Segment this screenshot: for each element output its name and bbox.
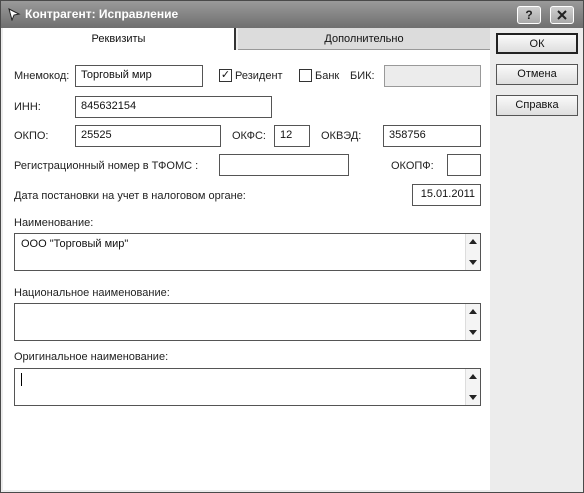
scroll-up-icon[interactable] (469, 239, 477, 244)
scroll-down-icon[interactable] (469, 395, 477, 400)
title-bar: Контрагент: Исправление ? (1, 1, 583, 28)
help-title-button[interactable]: ? (517, 6, 541, 24)
okved-input[interactable]: 358756 (383, 125, 481, 147)
app-icon (8, 8, 21, 21)
original-name-scrollbar[interactable] (465, 369, 480, 405)
national-name-label: Национальное наименование: (14, 287, 170, 299)
okpo-label: ОКПО: (14, 130, 49, 142)
okfs-input[interactable]: 12 (274, 125, 310, 147)
dialog-window: Контрагент: Исправление ? Реквизиты Допо… (0, 0, 584, 493)
tab-additional[interactable]: Дополнительно (238, 28, 490, 50)
close-icon (557, 10, 567, 20)
name-textarea[interactable]: ООО "Торговый мир" (14, 233, 481, 271)
okved-label: ОКВЭД: (321, 130, 362, 142)
okpo-input[interactable]: 25525 (75, 125, 221, 147)
inn-label: ИНН: (14, 101, 41, 113)
mnemocode-input[interactable]: Торговый мир (75, 65, 203, 87)
national-name-textarea[interactable] (14, 303, 481, 341)
requisites-panel: Мнемокод: Торговый мир ✓ Резидент Банк Б… (3, 50, 490, 490)
inn-input[interactable]: 845632154 (75, 96, 272, 118)
name-text: ООО "Торговый мир" (21, 238, 129, 250)
okopf-input[interactable] (447, 154, 481, 176)
scroll-down-icon[interactable] (469, 330, 477, 335)
name-label: Наименование: (14, 217, 94, 229)
name-scrollbar[interactable] (465, 234, 480, 270)
okfs-label: ОКФС: (232, 130, 266, 142)
tax-date-label: Дата постановки на учет в налоговом орга… (14, 190, 246, 202)
tax-date-input[interactable]: 15.01.2011 (412, 184, 481, 206)
bank-checkbox[interactable] (299, 69, 312, 82)
resident-checkbox[interactable]: ✓ (219, 69, 232, 82)
tab-bar: Реквизиты Дополнительно (3, 28, 490, 50)
help-button[interactable]: Справка (496, 95, 578, 116)
scroll-up-icon[interactable] (469, 309, 477, 314)
bank-label: Банк (315, 70, 340, 82)
text-caret (21, 373, 22, 386)
ok-button[interactable]: ОК (496, 33, 578, 54)
bik-label: БИК: (350, 70, 375, 82)
resident-label: Резидент (235, 70, 283, 82)
original-name-label: Оригинальное наименование: (14, 351, 169, 363)
okopf-label: ОКОПФ: (391, 160, 434, 172)
tab-requisites[interactable]: Реквизиты (3, 28, 236, 50)
scroll-down-icon[interactable] (469, 260, 477, 265)
cancel-button[interactable]: Отмена (496, 64, 578, 85)
national-name-scrollbar[interactable] (465, 304, 480, 340)
close-title-button[interactable] (550, 6, 574, 24)
tfoms-input[interactable] (219, 154, 349, 176)
scroll-up-icon[interactable] (469, 374, 477, 379)
tfoms-label: Регистрационный номер в ТФОМС : (14, 160, 199, 172)
bik-input[interactable] (384, 65, 481, 87)
original-name-textarea[interactable] (14, 368, 481, 406)
window-title: Контрагент: Исправление (25, 7, 179, 21)
mnemocode-label: Мнемокод: (14, 70, 70, 82)
